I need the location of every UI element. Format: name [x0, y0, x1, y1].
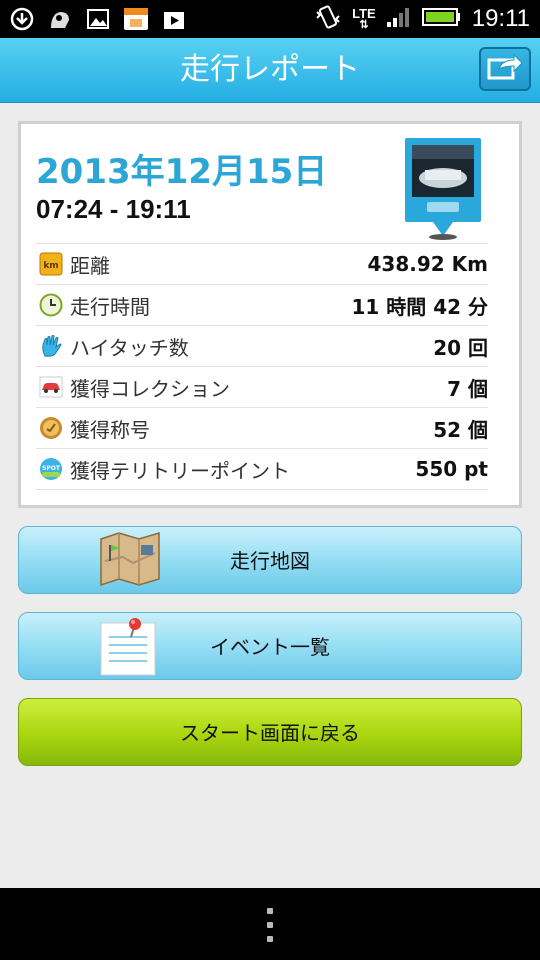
overflow-menu-icon[interactable]: [265, 908, 275, 942]
signal-icon: [386, 6, 412, 32]
stat-value: 20 回: [433, 335, 488, 360]
report-date: 2013年12月15日: [36, 152, 328, 192]
page-title: 走行レポート: [180, 52, 360, 87]
stat-row-high-touch: ハイタッチ数 20 回: [36, 325, 488, 366]
navigation-bar: [0, 888, 540, 960]
medal-icon: [38, 415, 64, 441]
stat-row-territory-points: SPOT 獲得テリトリーポイント 550 pt: [36, 448, 488, 490]
stat-label: ハイタッチ数: [70, 335, 189, 360]
report-time-range: 07:24 - 19:11: [36, 194, 191, 224]
stat-label: 距離: [70, 253, 110, 278]
spot-icon: SPOT: [38, 456, 64, 482]
car-icon: [38, 374, 64, 400]
svg-text:km: km: [43, 261, 58, 271]
status-bar: LTE ⇅ 19:11: [0, 0, 540, 38]
clock-icon: [38, 292, 64, 318]
character-icon: [46, 5, 74, 33]
share-icon: [486, 52, 524, 86]
stat-label: 獲得コレクション: [70, 376, 230, 401]
event-list-label: イベント一覧: [210, 635, 330, 659]
gallery-icon: [84, 5, 112, 33]
play-store-icon: [160, 5, 188, 33]
stat-value: 11 時間 42 分: [351, 294, 488, 319]
stats-list: km 距離 438.92 Km 走行時間 11 時間 42 分 ハイタッチ数 2…: [36, 243, 488, 490]
back-to-start-button[interactable]: スタート画面に戻る: [18, 698, 522, 766]
network-type: LTE ⇅: [352, 6, 376, 31]
drive-map-button[interactable]: 走行地図: [18, 526, 522, 594]
drive-map-label: 走行地図: [230, 549, 310, 573]
download-icon: [8, 5, 36, 33]
stat-row-titles: 獲得称号 52 個: [36, 407, 488, 448]
hand-icon: [38, 333, 64, 359]
vibrate-icon: [314, 4, 342, 34]
photo-marker-icon[interactable]: [403, 136, 483, 240]
report-card: 2013年12月15日 07:24 - 19:11 km 距離 438.92 K…: [18, 121, 522, 508]
km-icon: km: [38, 251, 64, 277]
stat-value: 7 個: [447, 376, 488, 401]
share-button[interactable]: [479, 47, 531, 91]
svg-text:SPOT: SPOT: [42, 465, 61, 472]
battery-icon: [421, 6, 462, 32]
stat-row-collection: 獲得コレクション 7 個: [36, 366, 488, 407]
clock-time: 19:11: [471, 5, 530, 32]
stat-row-drive-time: 走行時間 11 時間 42 分: [36, 284, 488, 325]
shop-icon: [122, 5, 150, 33]
stat-label: 獲得テリトリーポイント: [70, 458, 290, 483]
stat-row-distance: km 距離 438.92 Km: [36, 243, 488, 284]
stat-value: 550 pt: [415, 457, 488, 481]
back-to-start-label: スタート画面に戻る: [180, 721, 360, 745]
app-header: 走行レポート: [0, 38, 540, 103]
stat-label: 走行時間: [70, 294, 150, 319]
stat-value: 52 個: [433, 417, 488, 442]
stat-value: 438.92 Km: [367, 252, 488, 276]
stat-label: 獲得称号: [70, 417, 150, 442]
event-list-button[interactable]: イベント一覧: [18, 612, 522, 680]
